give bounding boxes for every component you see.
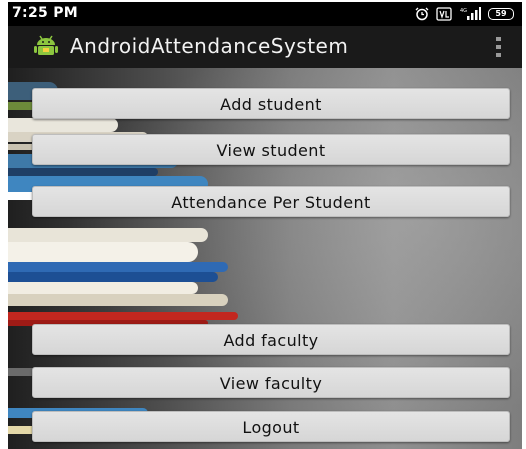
volte-icon bbox=[436, 7, 452, 21]
add-faculty-button[interactable]: Add faculty bbox=[32, 324, 510, 355]
status-time: 7:25 PM bbox=[12, 5, 78, 21]
logout-button[interactable]: Logout bbox=[32, 411, 510, 442]
view-faculty-button[interactable]: View faculty bbox=[32, 367, 510, 398]
svg-text:4G: 4G bbox=[460, 8, 467, 14]
phone-screen: 7:25 PM 4G 59 AndroidAttendanceSystem Ad… bbox=[8, 2, 522, 449]
status-icons: 4G 59 bbox=[415, 6, 514, 22]
battery-icon: 59 bbox=[488, 8, 514, 20]
overflow-menu-icon[interactable] bbox=[494, 37, 502, 57]
view-student-button[interactable]: View student bbox=[32, 134, 510, 165]
status-bar: 7:25 PM 4G 59 bbox=[8, 2, 522, 26]
attendance-per-student-button[interactable]: Attendance Per Student bbox=[32, 186, 510, 217]
alarm-icon bbox=[415, 7, 429, 21]
signal-icon: 4G bbox=[460, 7, 481, 20]
app-title: AndroidAttendanceSystem bbox=[70, 34, 349, 58]
android-icon bbox=[34, 35, 58, 55]
action-bar: AndroidAttendanceSystem bbox=[8, 26, 522, 68]
add-student-button[interactable]: Add student bbox=[32, 88, 510, 119]
